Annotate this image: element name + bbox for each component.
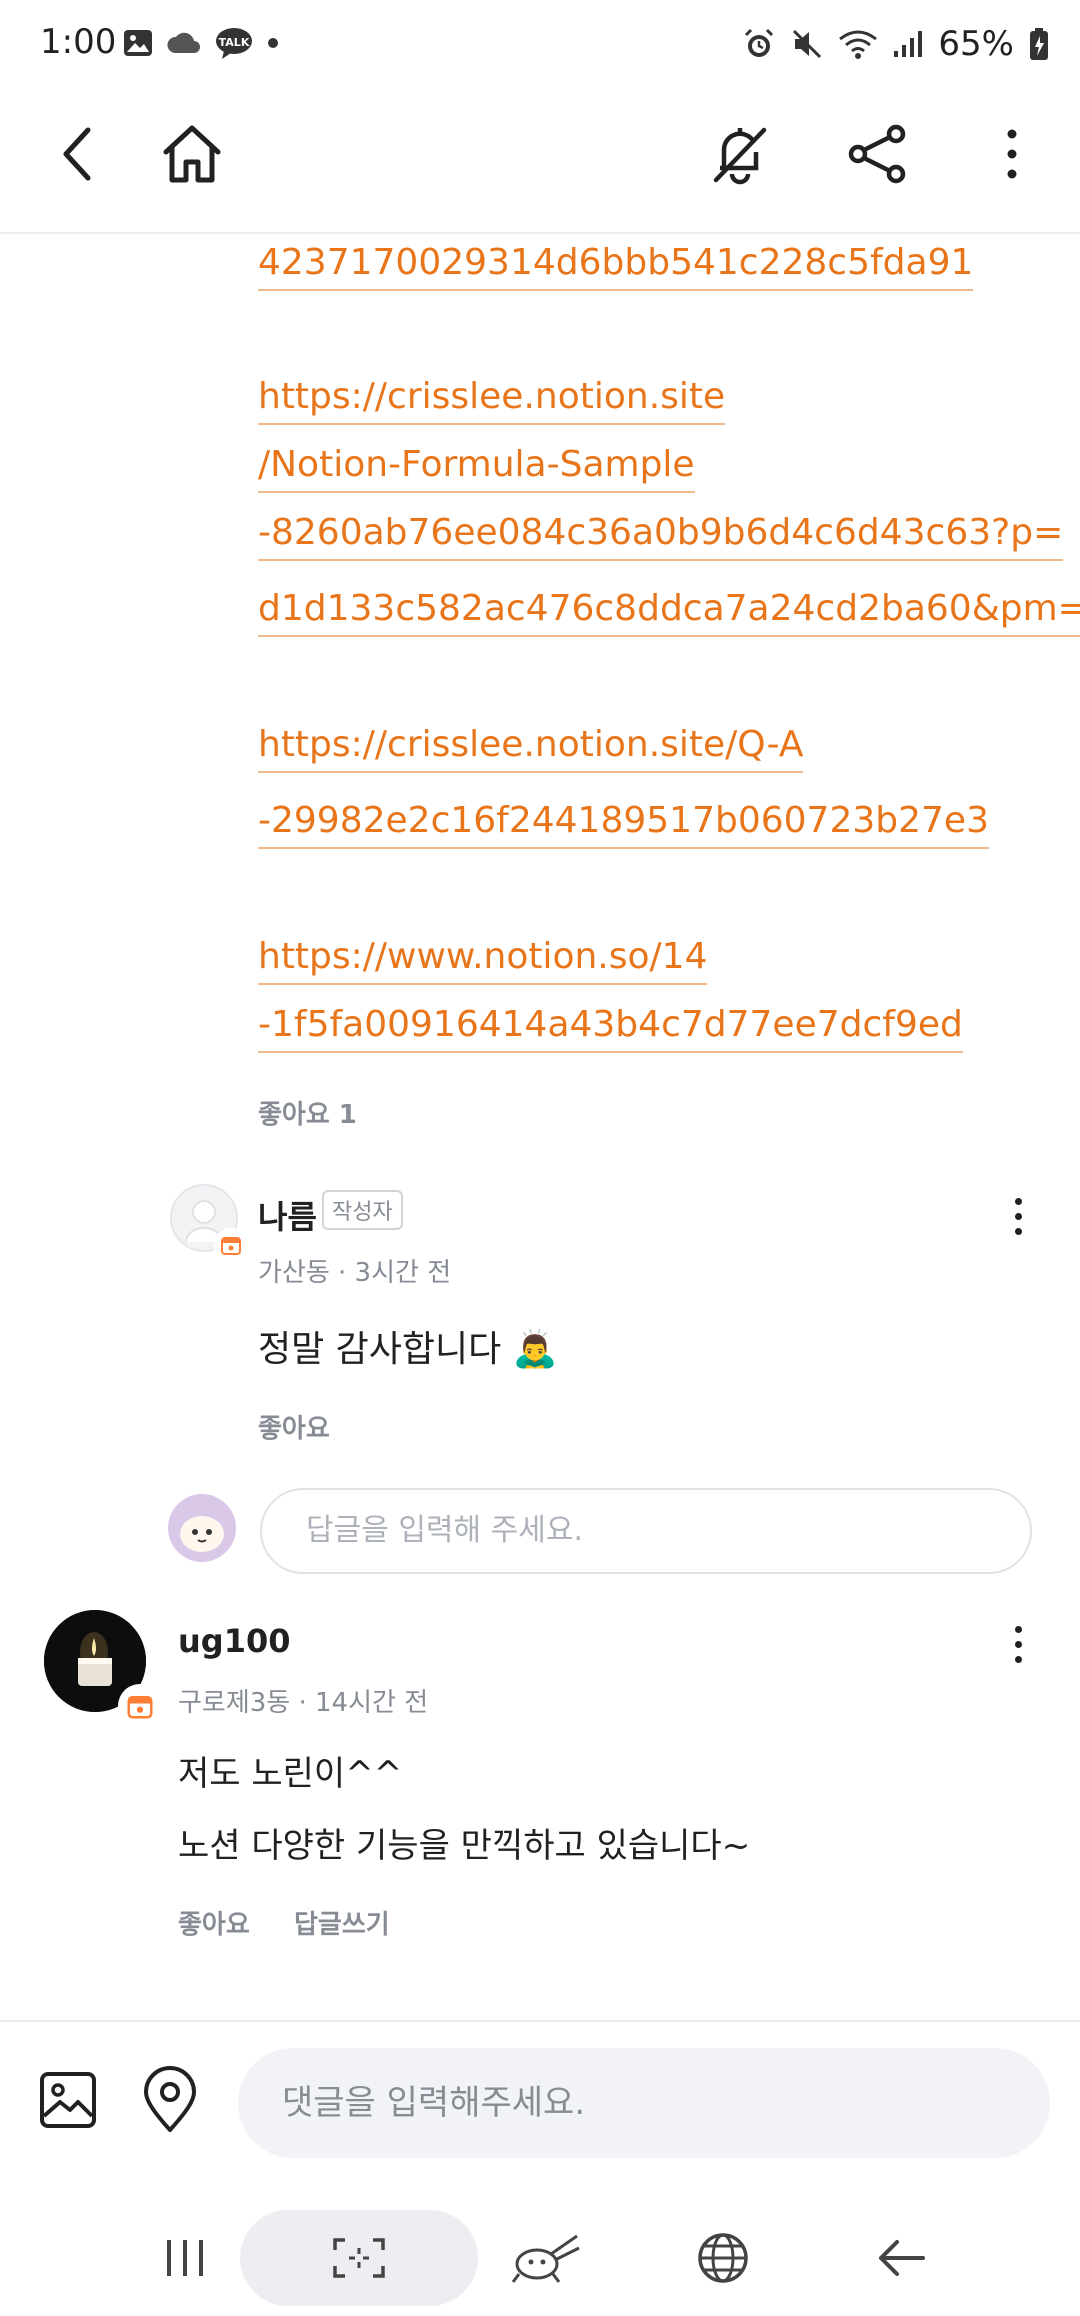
share-button[interactable] (838, 114, 918, 194)
link-text[interactable]: -29982e2c16f244189517b060723b27e3 (258, 800, 989, 849)
link-text[interactable]: https://www.notion.so/14 (258, 936, 708, 985)
battery-level: 65% (938, 24, 1014, 64)
battery-icon (1030, 28, 1048, 60)
location-pin-icon (144, 2066, 196, 2132)
arrow-left-icon (879, 2240, 925, 2276)
commenter-name[interactable]: 나름 (258, 1192, 317, 1238)
home-icon (163, 125, 221, 183)
capture-icon (333, 2238, 385, 2278)
globe-icon (698, 2233, 748, 2283)
post-like-button[interactable]: 좋아요 1 (258, 1094, 357, 1131)
comment-more-button[interactable] (998, 1186, 1038, 1246)
status-bar: 1:00 TALK 65% (0, 0, 1080, 92)
link-text[interactable]: -1f5fa00916414a43b4c7d77ee7dcf9ed (258, 1004, 963, 1053)
author-badge: 작성자 (322, 1190, 403, 1230)
svg-text:TALK: TALK (219, 36, 250, 49)
system-navigation-bar (0, 2190, 1080, 2316)
attach-photo-button[interactable] (38, 2070, 98, 2134)
commenter-name[interactable]: ug100 (178, 1622, 290, 1660)
comment-meta: 구로제3동 · 14시간 전 (178, 1688, 429, 1718)
comment-like-button[interactable]: 좋아요 (258, 1408, 330, 1445)
comment-meta: 가산동 · 3시간 전 (258, 1258, 452, 1288)
back-nav-button[interactable] (856, 2210, 946, 2306)
comment-more-button[interactable] (998, 1614, 1038, 1674)
app-bar (0, 92, 1080, 234)
calendar-badge-icon (216, 1230, 246, 1260)
my-avatar (168, 1494, 236, 1562)
comment-composer: 댓글을 입력해주세요. (0, 2020, 1080, 2192)
gallery-icon (124, 30, 152, 56)
comment-text: 정말 감사합니다 🙇‍♂️ (258, 1329, 558, 1370)
recents-icon (167, 2240, 203, 2276)
link-text[interactable]: -8260ab76ee084c36a0b9b6d4c6d43c63?p= (258, 512, 1064, 561)
bell-off-icon (713, 127, 767, 185)
link-text[interactable]: 4237170029314d6bbb541c228c5fda91 (258, 242, 974, 291)
system-icons: 65% (742, 24, 1050, 64)
signal-icon (894, 31, 923, 57)
link-text[interactable]: d1d133c582ac476c8ddca7a24cd2ba60&pm=s (258, 588, 1080, 637)
kebab-icon (1007, 129, 1017, 179)
link-text[interactable]: https://crisslee.notion.site (258, 376, 726, 425)
screen-capture-button[interactable] (240, 2210, 478, 2306)
comment-like-button[interactable]: 좋아요 (178, 1904, 250, 1941)
comment-text: 저도 노린이^^ (178, 1754, 403, 1794)
image-icon (40, 2072, 96, 2128)
attach-location-button[interactable] (140, 2066, 200, 2138)
cloud-icon (167, 32, 200, 53)
reply-input[interactable]: 답글을 입력해 주세요. (260, 1488, 1032, 1574)
mute-icon (793, 29, 822, 59)
alarm-icon (745, 28, 774, 57)
share-icon (848, 124, 906, 184)
dot-icon (268, 38, 278, 48)
link-text[interactable]: /Notion-Formula-Sample (258, 444, 695, 493)
back-button[interactable] (38, 114, 118, 194)
calendar-badge-icon (120, 1686, 160, 1726)
recent-apps-button[interactable] (140, 2210, 230, 2306)
talk-icon: TALK (216, 28, 252, 59)
browser-button[interactable] (678, 2210, 768, 2306)
comment-text: 노션 다양한 기능을 만끽하고 있습니다~ (178, 1826, 751, 1866)
chevron-left-icon (63, 127, 91, 181)
notification-icons: TALK (122, 26, 280, 60)
more-options-button[interactable] (972, 114, 1052, 194)
profile-character-icon (168, 1494, 236, 1562)
status-time: 1:00 (40, 22, 117, 62)
wifi-icon (839, 30, 878, 59)
bunny-icon (511, 2234, 580, 2283)
notification-off-button[interactable] (700, 114, 780, 194)
comment-input[interactable]: 댓글을 입력해주세요. (238, 2048, 1050, 2158)
comment-reply-button[interactable]: 답글쓰기 (294, 1904, 390, 1941)
assistant-button[interactable] (500, 2210, 590, 2306)
link-text[interactable]: https://crisslee.notion.site/Q-A (258, 724, 804, 773)
home-button[interactable] (152, 114, 232, 194)
